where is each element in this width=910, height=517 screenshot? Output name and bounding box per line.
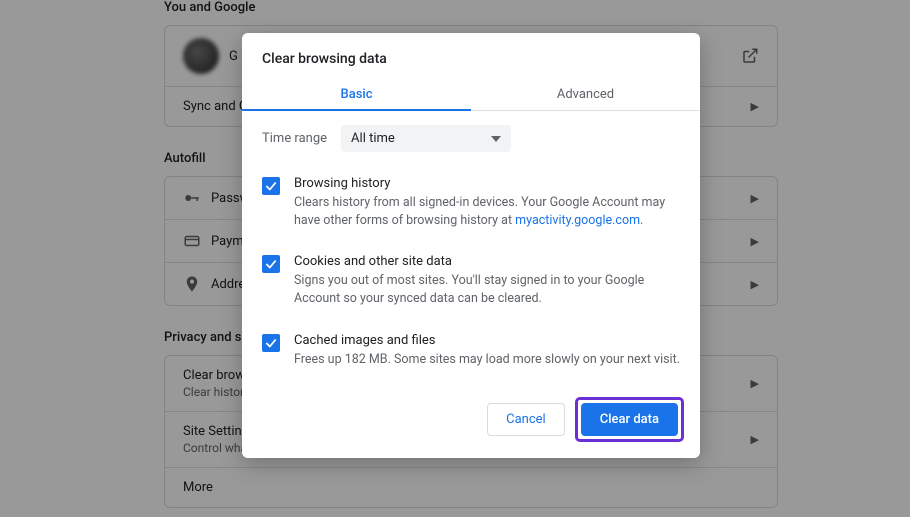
time-range-label: Time range xyxy=(262,131,327,146)
time-range-value: All time xyxy=(351,131,395,146)
option-browsing-history: Browsing history Clears history from all… xyxy=(262,164,680,242)
option-cookies: Cookies and other site data Signs you ou… xyxy=(262,242,680,320)
option-desc: Clears history from all signed-in device… xyxy=(294,194,680,230)
time-range-select[interactable]: All time xyxy=(341,125,511,152)
option-cache: Cached images and files Frees up 182 MB.… xyxy=(262,321,680,381)
options-list: Browsing history Clears history from all… xyxy=(242,158,700,381)
dialog-actions: Cancel Clear data xyxy=(242,381,700,458)
checkbox-browsing-history[interactable] xyxy=(262,177,280,195)
highlight-frame: Clear data xyxy=(575,397,684,442)
option-desc: Frees up 182 MB. Some sites may load mor… xyxy=(294,351,680,369)
option-title: Browsing history xyxy=(294,176,680,191)
clear-data-button[interactable]: Clear data xyxy=(581,403,678,436)
checkbox-cache[interactable] xyxy=(262,334,280,352)
checkbox-cookies[interactable] xyxy=(262,255,280,273)
time-range-row: Time range All time xyxy=(242,111,700,158)
tab-advanced[interactable]: Advanced xyxy=(471,77,700,110)
myactivity-link[interactable]: myactivity.google.com xyxy=(515,213,640,228)
option-title: Cookies and other site data xyxy=(294,254,680,269)
cancel-button[interactable]: Cancel xyxy=(487,403,565,436)
option-desc: Signs you out of most sites. You'll stay… xyxy=(294,272,680,308)
option-title: Cached images and files xyxy=(294,333,680,348)
tab-basic[interactable]: Basic xyxy=(242,77,471,110)
chevron-down-icon xyxy=(491,136,501,142)
clear-browsing-data-dialog: Clear browsing data Basic Advanced Time … xyxy=(242,33,700,458)
dialog-tabs: Basic Advanced xyxy=(242,77,700,111)
dialog-title: Clear browsing data xyxy=(242,33,700,77)
